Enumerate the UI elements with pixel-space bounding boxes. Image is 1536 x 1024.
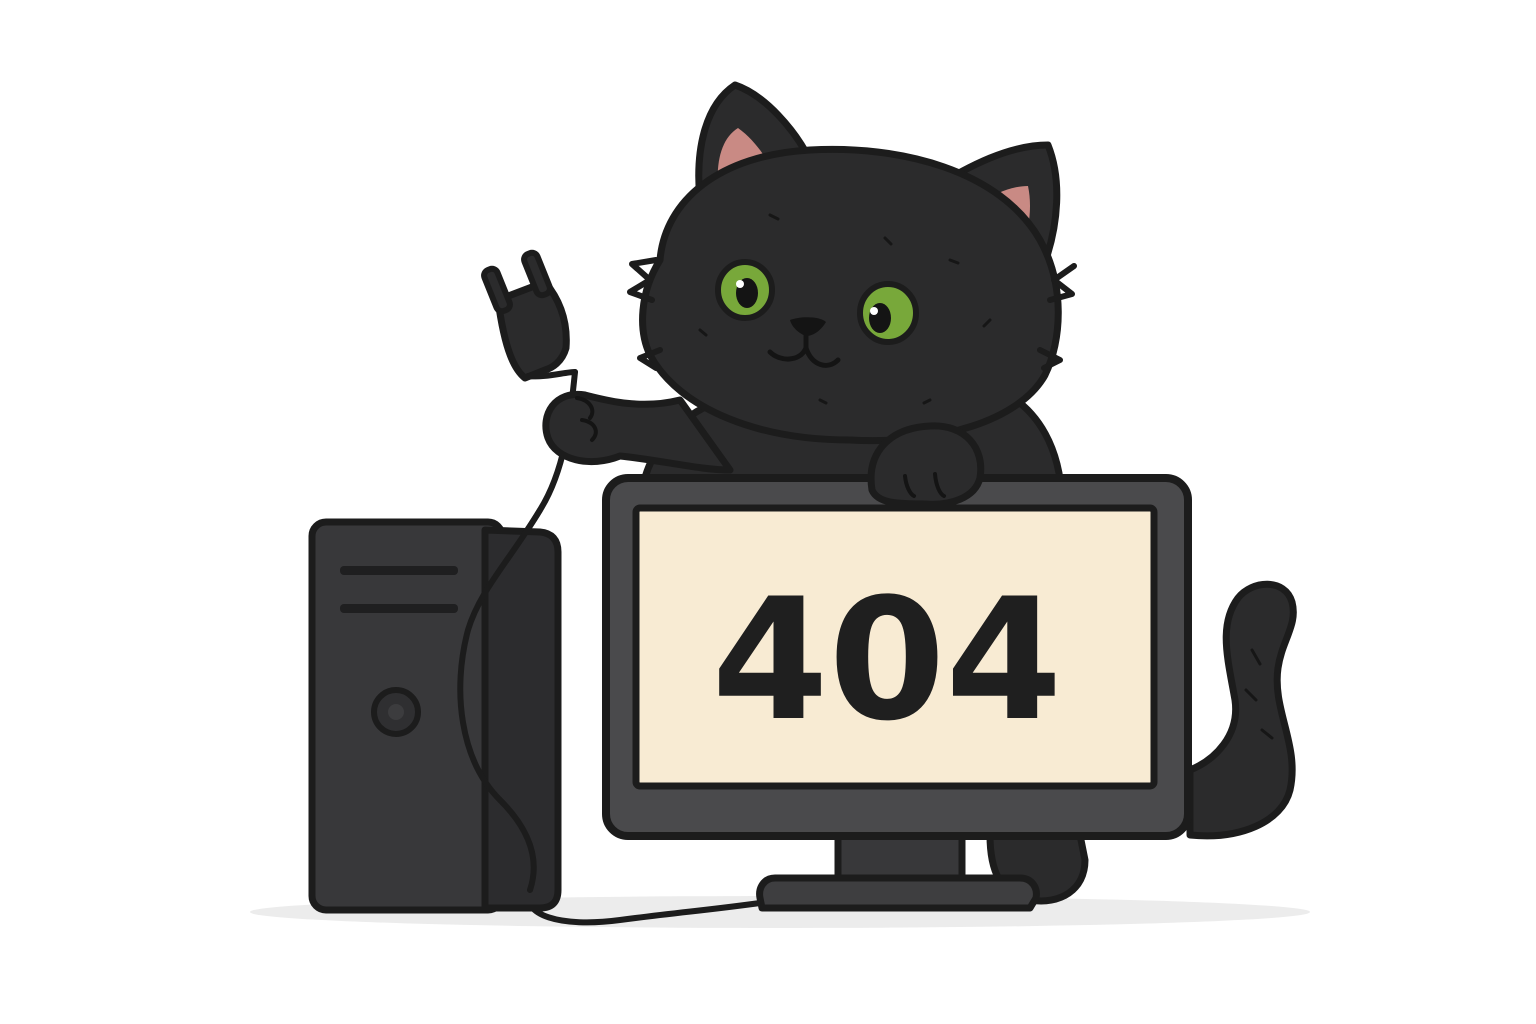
cat-tail [1186, 580, 1297, 840]
pc-tower-side [481, 526, 562, 912]
scene-svg: 404 [250, 81, 1310, 928]
cat-eye-right-highlight [870, 307, 878, 315]
pc-drive-bay-2 [340, 604, 458, 613]
pc-tower [308, 518, 562, 914]
cat-eye-left-highlight [736, 280, 744, 288]
plug-prong-1 [481, 265, 513, 315]
monitor-base [756, 874, 1040, 912]
plug-icon[interactable] [481, 249, 578, 382]
cat-head [639, 145, 1062, 445]
power-button-inner [388, 704, 404, 720]
error-illustration: 404 [0, 0, 1536, 1024]
error-code: 404 [712, 562, 1063, 758]
cat-paw-right [867, 422, 985, 508]
pc-drive-bay-1 [340, 566, 458, 575]
